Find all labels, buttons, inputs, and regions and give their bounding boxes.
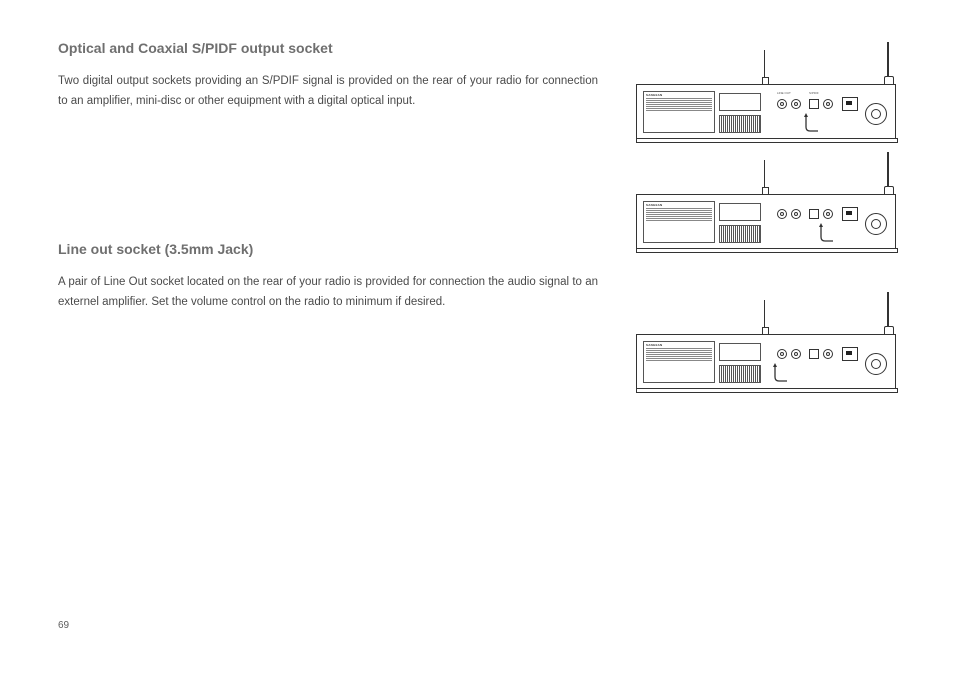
- spec-label: SANGEAN: [643, 341, 715, 383]
- wifi-antenna-icon: [764, 160, 765, 194]
- lineout-r-jack-icon: [791, 99, 801, 109]
- rear-panel-figure-optical: SANGEAN LINE OUT S/PDIF: [636, 40, 896, 140]
- pointer-arrow-icon: [817, 223, 835, 243]
- chassis: SANGEAN LINE OUT S/PDIF: [636, 84, 896, 140]
- spec-label: SANGEAN: [643, 201, 715, 243]
- serial-plate: [719, 93, 761, 111]
- section2-body: A pair of Line Out socket located on the…: [58, 273, 598, 312]
- page-number: 69: [58, 620, 69, 631]
- vent-grille: [719, 225, 761, 243]
- spec-label: SANGEAN: [643, 91, 715, 133]
- ethernet-port-icon: [842, 347, 858, 361]
- serial-plate: [719, 343, 761, 361]
- figures-column: SANGEAN LINE OUT S/PDIF SANGEAN: [636, 40, 896, 400]
- lineout-l-jack-icon: [777, 99, 787, 109]
- vent-grille: [719, 365, 761, 383]
- lineout-l-jack-icon: [777, 209, 787, 219]
- fm-antenna-icon: [887, 42, 889, 84]
- optical-port-icon: [809, 209, 819, 219]
- vent-grille: [719, 115, 761, 133]
- dc-in-jack-icon: [865, 103, 887, 125]
- lineout-r-jack-icon: [791, 209, 801, 219]
- lineout-r-jack-icon: [791, 349, 801, 359]
- fm-antenna-icon: [887, 152, 889, 194]
- chassis: SANGEAN: [636, 194, 896, 250]
- chassis: SANGEAN: [636, 334, 896, 390]
- lineout-label: LINE OUT: [777, 91, 791, 95]
- ethernet-port-icon: [842, 207, 858, 221]
- optical-port-icon: [809, 99, 819, 109]
- serial-plate: [719, 203, 761, 221]
- dc-in-jack-icon: [865, 353, 887, 375]
- rear-panel-figure-lineout: SANGEAN: [636, 290, 896, 390]
- optical-port-icon: [809, 349, 819, 359]
- brand-text: SANGEAN: [646, 343, 712, 347]
- fm-antenna-icon: [887, 292, 889, 334]
- coaxial-port-icon: [823, 99, 833, 109]
- section1-body: Two digital output sockets providing an …: [58, 72, 598, 111]
- spdif-label: S/PDIF: [809, 91, 819, 95]
- brand-text: SANGEAN: [646, 93, 712, 97]
- wifi-antenna-icon: [764, 300, 765, 334]
- pointer-arrow-icon: [802, 113, 820, 133]
- coaxial-port-icon: [823, 349, 833, 359]
- lineout-l-jack-icon: [777, 349, 787, 359]
- pointer-arrow-icon: [771, 363, 789, 383]
- wifi-antenna-icon: [764, 50, 765, 84]
- ethernet-port-icon: [842, 97, 858, 111]
- dc-in-jack-icon: [865, 213, 887, 235]
- brand-text: SANGEAN: [646, 203, 712, 207]
- coaxial-port-icon: [823, 209, 833, 219]
- rear-panel-figure-coaxial: SANGEAN: [636, 150, 896, 250]
